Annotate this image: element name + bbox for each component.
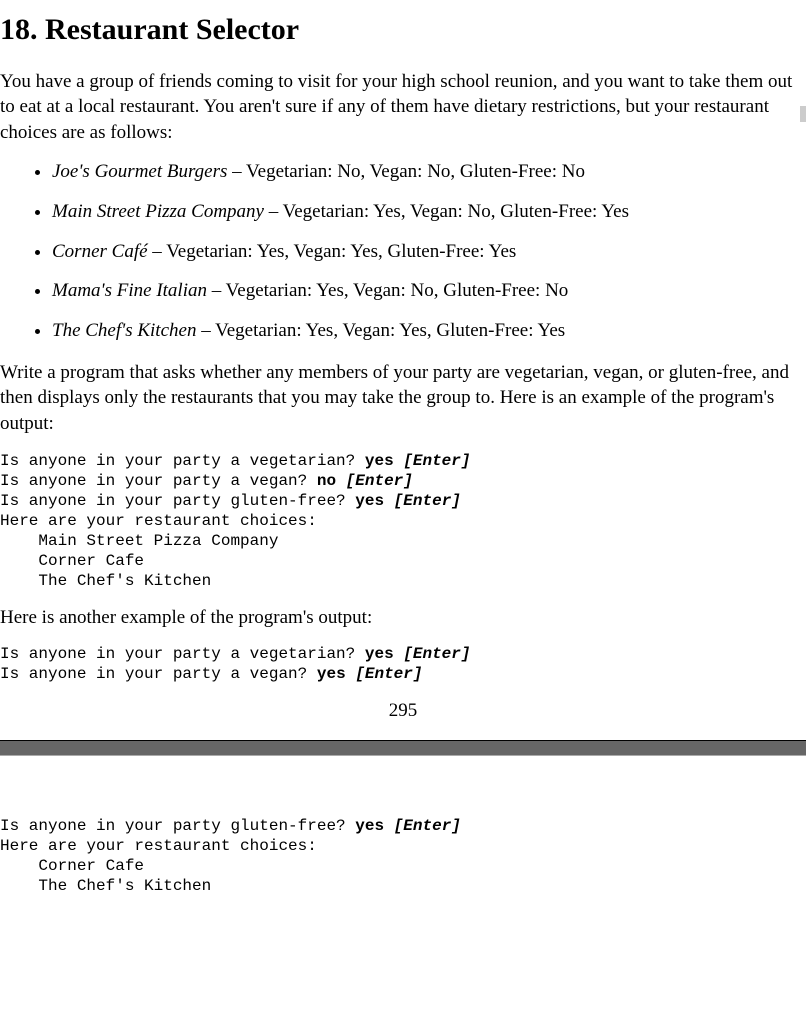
restaurant-list: Joe's Gourmet Burgers – Vegetarian: No, … (0, 159, 806, 343)
code-example-2a: Is anyone in your party a vegetarian? ye… (0, 644, 806, 684)
instructions-paragraph: Write a program that asks whether any me… (0, 360, 798, 437)
restaurant-details: – Vegetarian: Yes, Vegan: No, Gluten-Fre… (207, 280, 568, 301)
restaurant-name: Main Street Pizza Company (52, 201, 264, 222)
page-number: 295 (0, 698, 806, 724)
scrollbar-thumb[interactable] (800, 106, 806, 122)
list-item: Mama's Fine Italian – Vegetarian: Yes, V… (52, 278, 806, 304)
restaurant-details: – Vegetarian: Yes, Vegan: Yes, Gluten-Fr… (196, 320, 565, 341)
list-item: Corner Café – Vegetarian: Yes, Vegan: Ye… (52, 239, 806, 265)
restaurant-name: The Chef's Kitchen (52, 320, 196, 341)
restaurant-name: Joe's Gourmet Burgers (52, 161, 227, 182)
page-divider (0, 740, 806, 756)
restaurant-details: – Vegetarian: No, Vegan: No, Gluten-Free… (227, 161, 585, 182)
restaurant-name: Mama's Fine Italian (52, 280, 207, 301)
list-item: Main Street Pizza Company – Vegetarian: … (52, 199, 806, 225)
code-example-1: Is anyone in your party a vegetarian? ye… (0, 451, 806, 591)
code-example-2b: Is anyone in your party gluten-free? yes… (0, 816, 806, 896)
list-item: The Chef's Kitchen – Vegetarian: Yes, Ve… (52, 318, 806, 344)
section-title: 18. Restaurant Selector (0, 10, 806, 51)
restaurant-details: – Vegetarian: Yes, Vegan: No, Gluten-Fre… (264, 201, 629, 222)
list-item: Joe's Gourmet Burgers – Vegetarian: No, … (52, 159, 806, 185)
between-paragraph: Here is another example of the program's… (0, 605, 806, 631)
intro-paragraph: You have a group of friends coming to vi… (0, 69, 796, 146)
restaurant-name: Corner Café (52, 241, 148, 262)
restaurant-details: – Vegetarian: Yes, Vegan: Yes, Gluten-Fr… (148, 241, 517, 262)
